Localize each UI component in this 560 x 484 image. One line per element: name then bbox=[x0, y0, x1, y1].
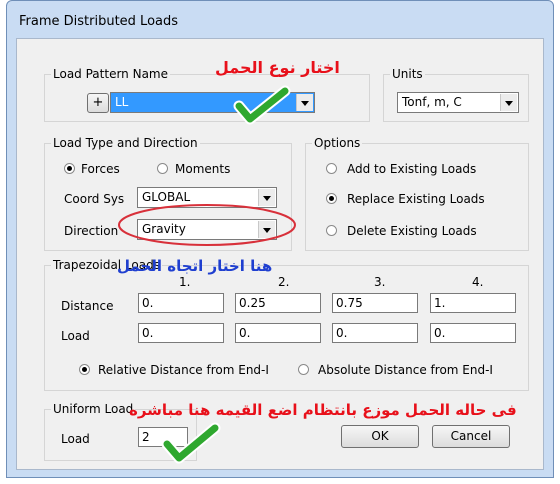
dialog-client-area: Load Pattern Name + LL Units Tonf, m, C … bbox=[16, 38, 544, 470]
window-title: Frame Distributed Loads bbox=[19, 14, 179, 29]
direction-highlight-ring bbox=[118, 204, 296, 246]
annotation-uniform-note: فى حاله الحمل موزع بانتظام اضع القيمه هن… bbox=[129, 401, 517, 419]
annotation-direction-note: هنا اختار اتجاه الحمل bbox=[117, 257, 273, 275]
annotation-pattern-note: اختار نوع الحمل bbox=[215, 58, 340, 77]
title-bar[interactable]: Frame Distributed Loads bbox=[7, 1, 553, 37]
dialog-window: Frame Distributed Loads Load Pattern Nam… bbox=[6, 0, 554, 478]
